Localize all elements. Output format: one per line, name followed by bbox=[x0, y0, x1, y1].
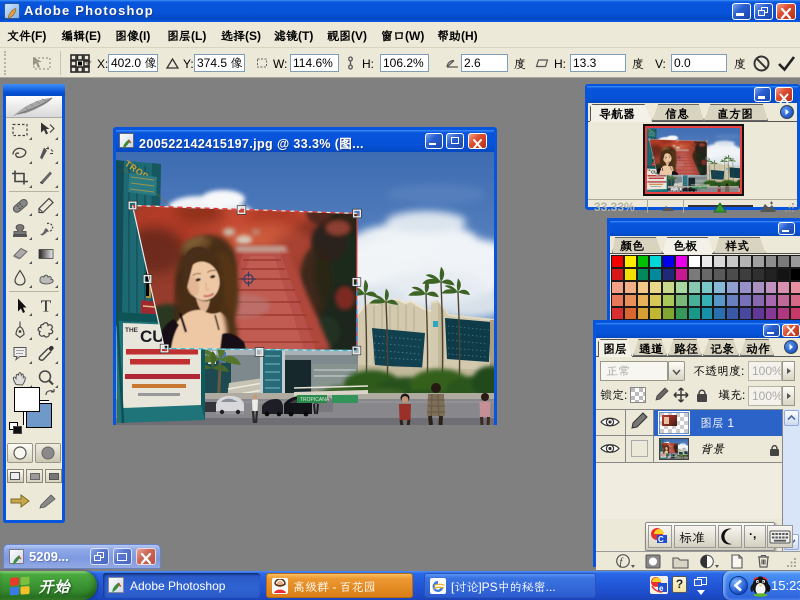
svg-text:TROPICANA: TROPICANA bbox=[300, 397, 330, 403]
svg-text:f: f bbox=[620, 557, 624, 568]
svg-text:THE: THE bbox=[125, 327, 139, 334]
svg-text:C: C bbox=[658, 535, 664, 544]
svg-text:T: T bbox=[41, 297, 52, 316]
